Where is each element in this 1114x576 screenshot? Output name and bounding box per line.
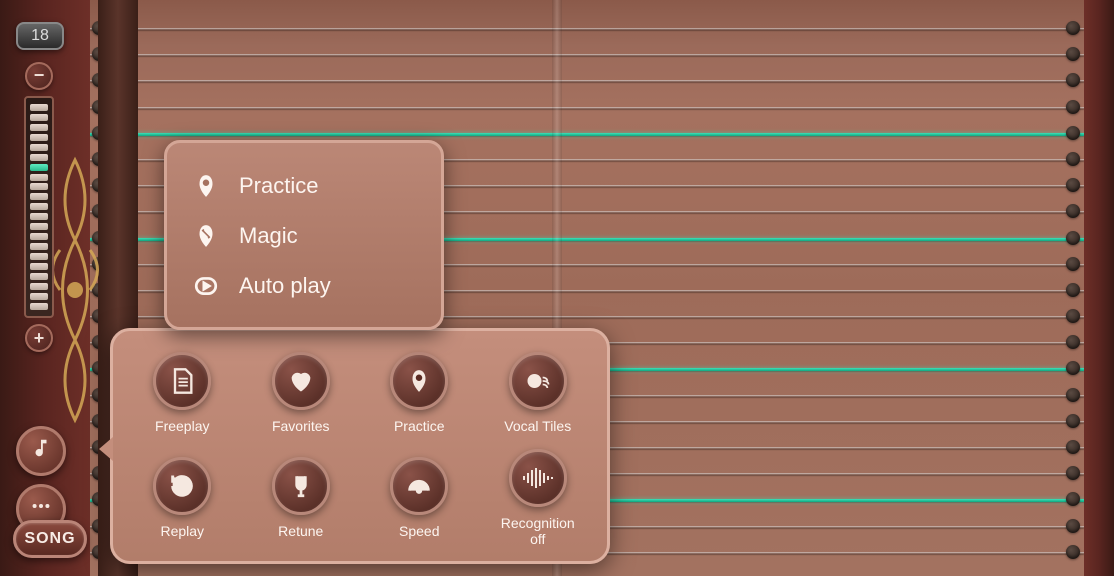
grommet: [1066, 414, 1080, 428]
grommet: [1066, 388, 1080, 402]
string-counter-badge: 18: [16, 22, 64, 50]
replay-icon: [153, 457, 211, 515]
grommet: [1066, 335, 1080, 349]
grommet: [1066, 361, 1080, 375]
pick-mic-icon: [191, 171, 221, 201]
slider-notch: [30, 233, 48, 240]
grommet: [1066, 283, 1080, 297]
tool-label: Freeplay: [155, 418, 209, 434]
tool-item-pick[interactable]: Practice: [374, 345, 465, 441]
slider-notch: [30, 303, 48, 310]
slider-notch: [30, 114, 48, 121]
slider-notch: [30, 283, 48, 290]
mode-item-magic[interactable]: Magic: [187, 211, 421, 261]
string-slider-panel: − +: [10, 62, 68, 352]
slider-notch: [30, 183, 48, 190]
grommet: [1066, 126, 1080, 140]
voice-icon: [509, 352, 567, 410]
slider-notch: [30, 154, 48, 161]
decrement-button[interactable]: −: [25, 62, 53, 90]
tool-label: Favorites: [272, 418, 330, 434]
grommet: [1066, 545, 1080, 559]
tool-label: Retune: [278, 523, 323, 539]
grommet: [1066, 309, 1080, 323]
grommet: [1066, 152, 1080, 166]
grommet: [1066, 257, 1080, 271]
slider-notch: [30, 104, 48, 111]
grommet: [1066, 492, 1080, 506]
slider-notch: [30, 223, 48, 230]
music-library-button[interactable]: [16, 426, 66, 476]
wood-panel-right: [1084, 0, 1114, 576]
string-line[interactable]: [90, 80, 1084, 82]
tool-item-voice[interactable]: Vocal Tiles: [493, 345, 584, 441]
tool-label: Vocal Tiles: [504, 418, 571, 434]
mode-item-practice[interactable]: Practice: [187, 161, 421, 211]
slider-notch: [30, 134, 48, 141]
slider-notch: [30, 164, 48, 171]
slider-notch: [30, 174, 48, 181]
song-button[interactable]: SONG: [13, 520, 87, 558]
minus-icon: −: [34, 65, 45, 86]
slider-notch: [30, 243, 48, 250]
mode-menu-panel: Practice Magic Auto play: [164, 140, 444, 330]
tool-item-tuning-fork[interactable]: Retune: [256, 449, 347, 547]
tool-item-heart[interactable]: Favorites: [256, 345, 347, 441]
grommet: [1066, 466, 1080, 480]
toolbar-panel: Freeplay Favorites Practice Vocal Tiles Repl…: [110, 328, 610, 564]
pick-sparkle-icon: [191, 221, 221, 251]
slider-notch: [30, 293, 48, 300]
tuning-fork-icon: [272, 457, 330, 515]
heart-icon: [272, 352, 330, 410]
mode-item-label: Auto play: [239, 273, 331, 299]
slider-notch: [30, 203, 48, 210]
slider-notch: [30, 253, 48, 260]
waveform-icon: [509, 449, 567, 507]
slider-notch: [30, 273, 48, 280]
dots-icon: [30, 495, 52, 523]
slider-notch: [30, 263, 48, 270]
document-icon: [153, 352, 211, 410]
grommet: [1066, 73, 1080, 87]
string-slider-track[interactable]: [24, 96, 54, 319]
string-line[interactable]: [90, 54, 1084, 56]
slider-notch: [30, 213, 48, 220]
tool-label: Recognition off: [493, 515, 584, 547]
grommet: [1066, 47, 1080, 61]
string-line[interactable]: [90, 133, 1084, 136]
tool-item-replay[interactable]: Replay: [137, 449, 228, 547]
tool-item-waveform[interactable]: Recognition off: [493, 449, 584, 547]
grommet: [1066, 204, 1080, 218]
grommet: [1066, 21, 1080, 35]
slider-notch: [30, 193, 48, 200]
plus-icon: +: [34, 328, 45, 349]
tool-item-gauge[interactable]: Speed: [374, 449, 465, 547]
mode-item-autoplay[interactable]: Auto play: [187, 261, 421, 311]
play-icon: [191, 271, 221, 301]
grommet: [1066, 519, 1080, 533]
grommet: [1066, 178, 1080, 192]
pick-icon: [390, 352, 448, 410]
tool-item-document[interactable]: Freeplay: [137, 345, 228, 441]
grommet: [1066, 231, 1080, 245]
gauge-icon: [390, 457, 448, 515]
grommet: [1066, 440, 1080, 454]
slider-notch: [30, 124, 48, 131]
mode-item-label: Practice: [239, 173, 318, 199]
mode-item-label: Magic: [239, 223, 298, 249]
slider-notch: [30, 144, 48, 151]
tool-label: Replay: [160, 523, 204, 539]
music-note-icon: [30, 437, 52, 465]
string-counter-value: 18: [31, 27, 49, 45]
increment-button[interactable]: +: [25, 324, 53, 352]
string-line[interactable]: [90, 107, 1084, 109]
grommet: [1066, 100, 1080, 114]
tool-label: Speed: [399, 523, 439, 539]
string-line[interactable]: [90, 28, 1084, 30]
song-button-label: SONG: [24, 530, 75, 548]
tool-label: Practice: [394, 418, 445, 434]
